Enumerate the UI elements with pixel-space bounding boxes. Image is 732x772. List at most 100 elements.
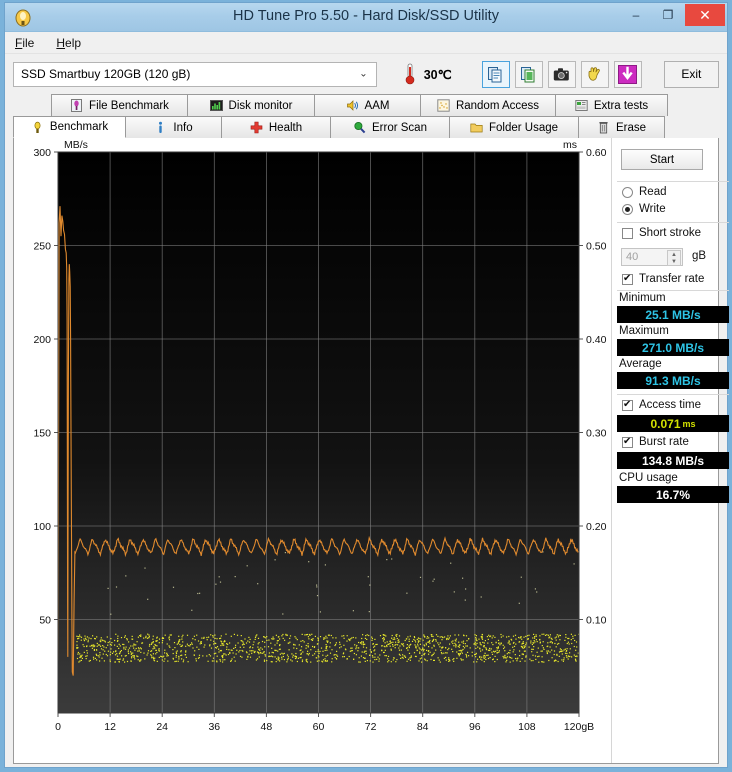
tab-random-access-label: Random Access: [455, 99, 540, 112]
y2-tick-label: 0.30: [586, 428, 607, 440]
results-sidebar: Start Read Write Short stroke 40 ▲ ▼ gB …: [611, 138, 729, 763]
thermometer-icon: [405, 63, 414, 85]
cpu-usage-value: 16.7%: [617, 486, 729, 503]
speaker-icon: [346, 100, 358, 111]
tab-disk-monitor[interactable]: Disk monitor: [187, 94, 315, 116]
disk-monitor-icon: [209, 100, 223, 111]
x-tick-label: 108: [518, 721, 536, 733]
transfer-rate-plot: 0 12 24 36 48 60 72 84 96 108 120gB 50 100 150 200 250 3…: [14, 138, 611, 762]
access-time-value: 0.071 ms: [617, 415, 729, 432]
radio-read[interactable]: Read: [622, 186, 667, 198]
hand-button[interactable]: [580, 60, 609, 88]
short-stroke-checkbox-box: [622, 227, 633, 239]
divider-2: [617, 222, 729, 223]
burst-rate-checkbox-box: [622, 435, 633, 448]
copy-green-icon: [521, 66, 535, 82]
tab-error-scan-label: Error Scan: [372, 121, 427, 134]
tab-file-benchmark-label: File Benchmark: [89, 99, 169, 112]
short-stroke-stepper[interactable]: ▲ ▼: [667, 250, 681, 266]
start-button[interactable]: Start: [621, 149, 703, 170]
x-tick-label: 60: [313, 721, 325, 733]
extra-tests-icon: [575, 100, 588, 111]
copy-button[interactable]: [481, 60, 510, 88]
maximum-value: 271.0 MB/s: [617, 339, 729, 356]
tab-erase[interactable]: Erase: [578, 116, 665, 138]
checkbox-burst-rate[interactable]: Burst rate: [622, 435, 689, 448]
tab-random-access[interactable]: Random Access: [420, 94, 556, 116]
divider-1: [617, 181, 729, 182]
app-window: HD Tune Pro 5.50 - Hard Disk/SSD Utility…: [4, 2, 729, 768]
x-tick-label: 84: [417, 721, 429, 733]
copy-icon: [488, 66, 502, 82]
stepper-up-icon: ▲: [671, 251, 677, 258]
tab-extra-tests[interactable]: Extra tests: [555, 94, 668, 116]
tab-folder-usage[interactable]: Folder Usage: [449, 116, 579, 138]
window-controls: – ❐ ✕: [619, 4, 725, 26]
menu-item-file[interactable]: File: [15, 36, 34, 50]
temperature-value: 30℃: [423, 67, 452, 82]
file-benchmark-icon: [71, 99, 83, 112]
tab-error-scan[interactable]: Error Scan: [330, 116, 450, 138]
tab-benchmark-label: Benchmark: [49, 121, 109, 133]
checkbox-short-stroke[interactable]: Short stroke: [622, 227, 701, 239]
magnifier-icon: [354, 122, 366, 134]
y2-tick-label: 0.20: [586, 521, 607, 533]
benchmark-panel: 0 12 24 36 48 60 72 84 96 108 120gB 50 100 150 200 250 3…: [13, 138, 729, 764]
y2-tick-label: 0.50: [586, 241, 607, 253]
x-tick-label: 12: [104, 721, 116, 733]
short-stroke-size-row: 40 ▲ ▼ gB: [612, 248, 732, 268]
chevron-down-icon: ⌄: [359, 68, 368, 80]
tab-health[interactable]: Health: [221, 116, 331, 138]
copy-green-button[interactable]: [514, 60, 543, 88]
toolbar: SSD Smartbuy 120GB (120 gB) ⌄ 30℃ Exit: [5, 54, 727, 94]
tab-aam[interactable]: AAM: [314, 94, 421, 116]
radio-write-label: Write: [639, 203, 666, 215]
y2-tick-label: 0.10: [586, 615, 607, 627]
close-button[interactable]: ✕: [685, 4, 725, 26]
exit-button[interactable]: Exit: [663, 60, 719, 88]
checkbox-access-time[interactable]: Access time: [622, 398, 701, 411]
short-stroke-value: 40: [626, 251, 639, 263]
minimize-button[interactable]: –: [621, 4, 651, 26]
divider-3: [617, 290, 729, 291]
tab-extra-tests-label: Extra tests: [593, 99, 649, 112]
x-tick-label: 0: [55, 721, 61, 733]
access-time-number: 0.071: [650, 416, 681, 431]
y-tick-label: 200: [33, 334, 51, 346]
title-bar: HD Tune Pro 5.50 - Hard Disk/SSD Utility…: [5, 3, 727, 32]
maximize-button[interactable]: ❐: [653, 4, 683, 26]
drive-select[interactable]: SSD Smartbuy 120GB (120 gB) ⌄: [13, 61, 377, 87]
stepper-down-icon: ▼: [671, 258, 677, 265]
tab-info[interactable]: Info: [125, 116, 222, 138]
y-axis-label: MB/s: [64, 139, 88, 151]
menu-help-rest: elp: [65, 35, 82, 50]
radio-write[interactable]: Write: [622, 203, 666, 215]
x-tick-label: 48: [261, 721, 273, 733]
screenshot-button[interactable]: [547, 60, 576, 88]
checkbox-transfer-rate[interactable]: Transfer rate: [622, 272, 705, 285]
toolbar-buttons: [481, 60, 642, 88]
y2-axis-label: ms: [563, 139, 577, 151]
x-tick-label: 96: [469, 721, 481, 733]
short-stroke-input[interactable]: 40 ▲ ▼: [621, 248, 683, 266]
average-label: Average: [619, 358, 662, 370]
y-tick-label: 250: [33, 241, 51, 253]
menu-item-help[interactable]: Help: [56, 36, 81, 50]
menu-file-rest: ile: [22, 35, 35, 50]
y2-tick-label: 0.40: [586, 334, 607, 346]
benchmark-chart: 0 12 24 36 48 60 72 84 96 108 120gB 50 100 150 200 250 3…: [14, 138, 611, 763]
x-tick-label: 36: [208, 721, 220, 733]
download-button[interactable]: [613, 60, 642, 88]
maximum-label: Maximum: [619, 325, 669, 337]
random-access-icon: [437, 99, 450, 112]
y-tick-label: 100: [33, 521, 51, 533]
hand-icon: [588, 67, 600, 81]
x-tick-label: 72: [365, 721, 377, 733]
transfer-rate-label: Transfer rate: [639, 273, 705, 285]
tab-erase-label: Erase: [615, 121, 647, 134]
burst-rate-value: 134.8 MB/s: [617, 452, 729, 469]
y-tick-label: 300: [33, 147, 51, 159]
tab-benchmark[interactable]: Benchmark: [13, 116, 126, 138]
tab-folder-usage-label: Folder Usage: [488, 121, 559, 134]
tab-file-benchmark[interactable]: File Benchmark: [51, 94, 188, 116]
